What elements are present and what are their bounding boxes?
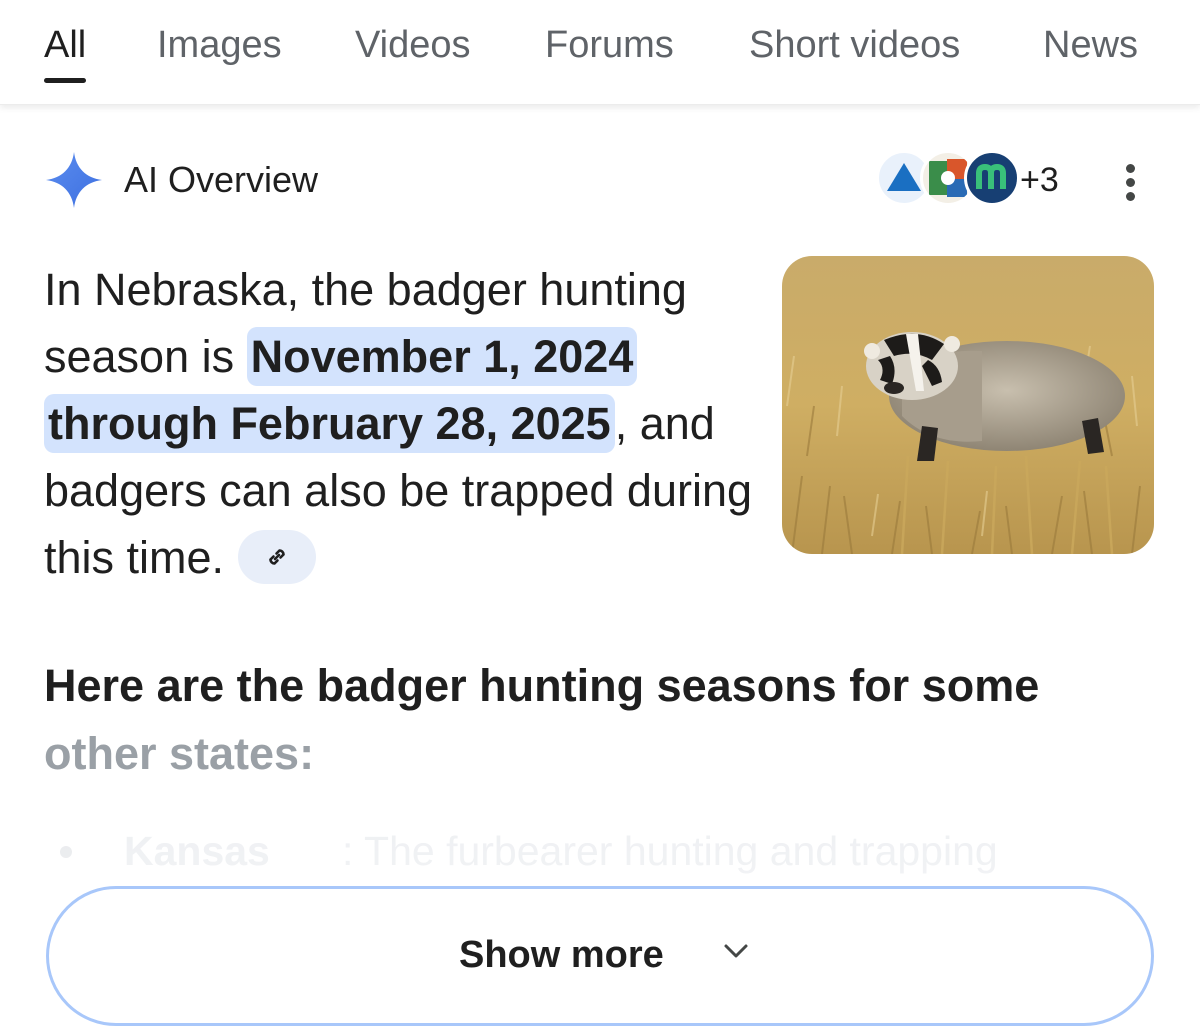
badger-photo[interactable] [782, 256, 1154, 554]
active-tab-indicator [44, 78, 87, 83]
show-more-button[interactable]: Show more [46, 886, 1154, 1026]
tab-label: Videos [355, 24, 471, 66]
ai-overview-answer: In Nebraska, the badger hunting season i… [44, 256, 776, 591]
more-options-icon[interactable] [1116, 160, 1146, 204]
section-heading: Here are the badger hunting seasons for … [44, 652, 1164, 788]
tab-short-videos[interactable]: Short videos [749, 22, 960, 68]
ai-overview-header: AI Overview +3 [44, 150, 1164, 210]
tab-images[interactable]: Images [157, 22, 282, 68]
m-source-icon [964, 150, 1020, 206]
tab-label: Images [157, 24, 282, 66]
tab-label: News [1043, 24, 1139, 66]
tab-news[interactable]: News [1043, 22, 1138, 68]
more-sources-count: +3 [1020, 161, 1059, 199]
bullet-dot [60, 846, 72, 858]
tab-label: All [44, 24, 87, 66]
tab-forums[interactable]: Forums [545, 22, 674, 68]
source-icons[interactable]: +3 [876, 150, 1076, 210]
list-item-text: : The furbearer hunting and trapping [342, 828, 998, 874]
link-icon [269, 549, 285, 565]
tab-label: Forums [545, 24, 674, 66]
show-more-label: Show more [459, 934, 664, 976]
tab-label: Short videos [749, 24, 961, 66]
list-item-state: Kansas [124, 828, 270, 874]
sparkle-icon [46, 152, 102, 208]
chevron-down-icon [724, 944, 748, 958]
heading-line-2: other states: [44, 728, 315, 779]
ai-overview-title: AI Overview [124, 159, 319, 200]
tab-videos[interactable]: Videos [355, 22, 471, 68]
tab-all[interactable]: All [44, 22, 87, 83]
search-tabs: All Images Videos Forums Short videos Ne… [0, 0, 1200, 105]
source-link-button[interactable] [238, 530, 317, 585]
heading-line-1: Here are the badger hunting seasons for … [44, 660, 1040, 711]
